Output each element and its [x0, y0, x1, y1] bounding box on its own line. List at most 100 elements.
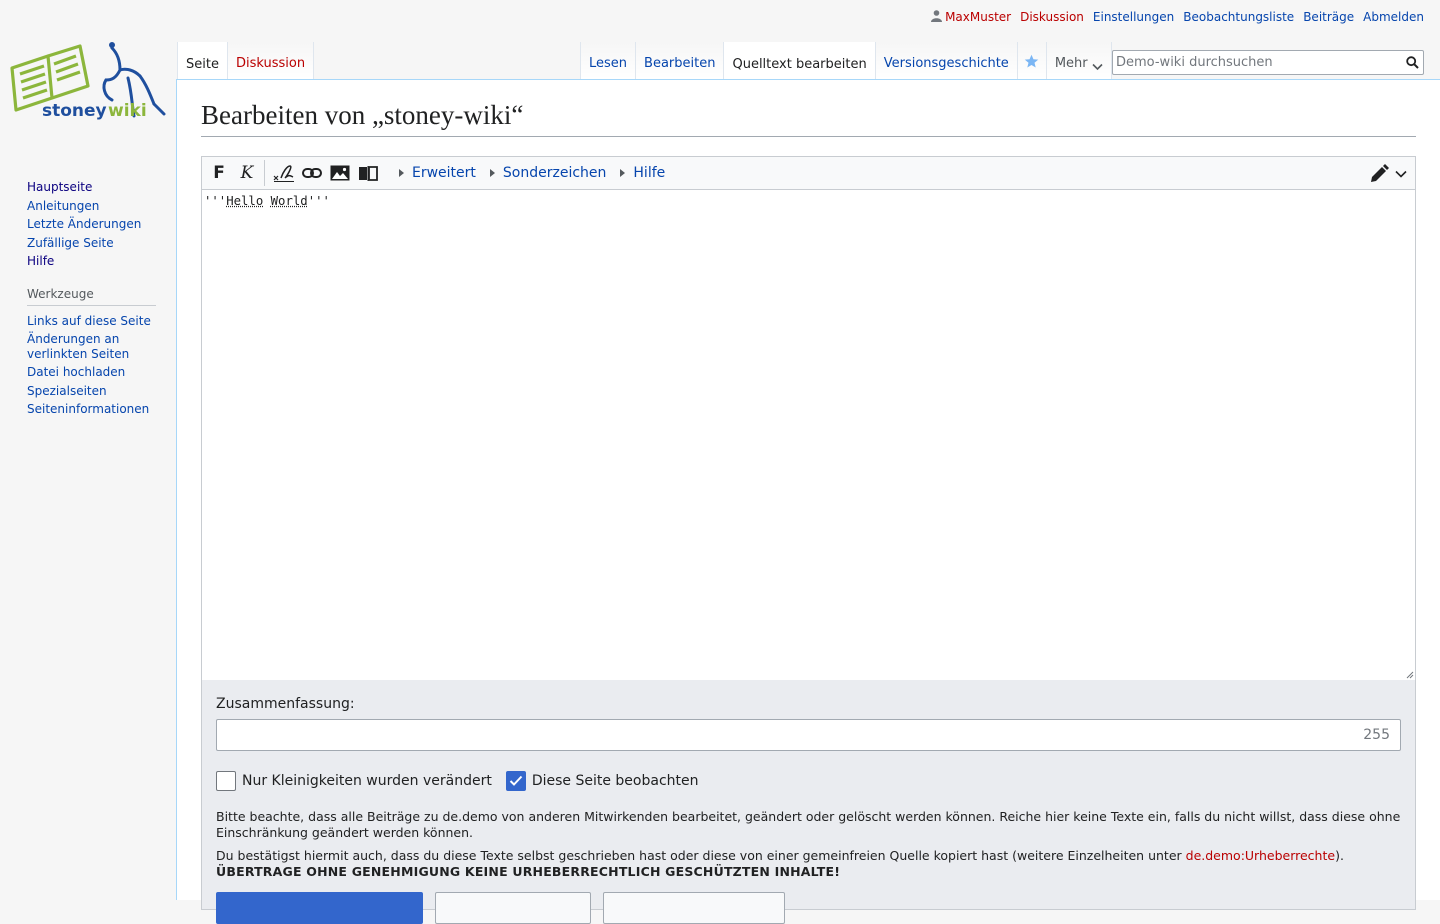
summary-input[interactable] [217, 721, 1364, 749]
toolbar-tab-special-chars[interactable]: Sonderzeichen [489, 165, 606, 181]
nav-item-recent-changes[interactable]: Letzte Änderungen [27, 217, 176, 231]
save-button[interactable] [216, 892, 423, 924]
toolbar-tab-label: Erweitert [412, 165, 476, 181]
logo-text-stoney: stoney [42, 101, 107, 121]
toolbar-separator [264, 160, 265, 186]
summary-char-count: 255 [1363, 727, 1390, 743]
tools-item-special-pages[interactable]: Spezialseiten [27, 384, 176, 398]
chevron-down-icon [1395, 170, 1407, 178]
nav-item-main-page[interactable]: Hauptseite [27, 180, 176, 194]
nav-item-label[interactable]: Zufällige Seite [27, 236, 114, 250]
nav-item-help[interactable]: Hilfe [27, 254, 176, 268]
tools-item-label[interactable]: Links auf diese Seite [27, 314, 151, 328]
stoneywiki-logo: stoney wiki [10, 42, 166, 121]
minor-edit-checkbox[interactable] [216, 771, 236, 791]
search-input[interactable] [1113, 51, 1401, 74]
italic-icon: K [240, 163, 254, 183]
nav-item-label[interactable]: Hauptseite [27, 180, 92, 194]
text-word: Hello [226, 194, 264, 208]
edit-options: Zusammenfassung: 255 Nur Kleinigkeiten w… [201, 680, 1416, 924]
edit-buttons [216, 892, 785, 924]
preview-button[interactable] [435, 892, 591, 924]
copyright-text-end: ). [1335, 847, 1344, 863]
navigation-portal: Hauptseite Anleitungen Letzte Änderungen… [27, 180, 176, 269]
tools-item-label[interactable]: Seiteninformationen [27, 402, 149, 416]
user-page-link[interactable]: MaxMuster [931, 10, 1011, 24]
logout-link[interactable]: Abmelden [1363, 10, 1424, 24]
bold-markup-open: ''' [204, 194, 227, 208]
toolbar-tab-label: Hilfe [633, 165, 666, 181]
tab-read[interactable]: Lesen [580, 42, 637, 80]
star-icon [1025, 54, 1039, 68]
watch-page-checkbox[interactable] [505, 771, 526, 791]
tab-edit-source[interactable]: Quelltext bearbeiten [724, 42, 876, 80]
sidebar: Hauptseite Anleitungen Letzte Änderungen… [0, 180, 176, 421]
more-menu[interactable]: Mehr [1046, 42, 1112, 80]
search-button[interactable] [1401, 52, 1423, 74]
tools-item-whatlinkshere[interactable]: Links auf diese Seite [27, 314, 176, 328]
watch-page-label[interactable]: Diese Seite beobachten [532, 773, 699, 789]
nav-item-guides[interactable]: Anleitungen [27, 199, 176, 213]
tab-discussion[interactable]: Diskussion [227, 42, 315, 80]
copyright-text: Du bestätigst hiermit auch, dass du dies… [216, 847, 1186, 863]
reference-button[interactable] [355, 160, 381, 186]
tools-item-label[interactable]: Änderungen an verlinkten Seiten [27, 332, 129, 360]
tools-item-related-changes[interactable]: Änderungen an verlinkten Seiten [27, 332, 147, 361]
username-label: MaxMuster [945, 10, 1012, 24]
namespace-tabs: Seite Diskussion [177, 42, 315, 80]
nav-item-random-page[interactable]: Zufällige Seite [27, 236, 176, 250]
summary-label: Zusammenfassung: [216, 696, 355, 712]
book-icon [359, 166, 378, 181]
signature-button[interactable] [271, 160, 297, 186]
tools-item-page-info[interactable]: Seiteninformationen [27, 402, 176, 416]
tools-item-label[interactable]: Spezialseiten [27, 384, 107, 398]
user-talk-link[interactable]: Diskussion [1020, 10, 1084, 24]
contributions-link[interactable]: Beiträge [1303, 10, 1354, 24]
show-changes-button[interactable] [603, 892, 785, 924]
bold-markup-close: ''' [307, 194, 330, 208]
image-button[interactable] [327, 160, 353, 186]
triangle-right-icon [620, 169, 626, 177]
editor-mode-switch[interactable] [1369, 161, 1407, 187]
toolbar-tab-help[interactable]: Hilfe [620, 165, 665, 181]
user-icon [931, 10, 943, 22]
copyright-warning: ÜBERTRAGE OHNE GENEHMIGUNG KEINE URHEBER… [216, 863, 841, 879]
wikitext-textarea[interactable]: '''Hello World''' [202, 190, 1415, 680]
link-button[interactable] [299, 160, 325, 186]
tools-item-upload[interactable]: Datei hochladen [27, 365, 176, 379]
personal-tools: MaxMuster Diskussion Einstellungen Beoba… [931, 10, 1424, 24]
summary-field: 255 [216, 719, 1401, 751]
bold-icon: F [213, 163, 225, 183]
copyright-link[interactable]: de.demo:Urheberrechte [1186, 848, 1335, 863]
minor-edit-label[interactable]: Nur Kleinigkeiten wurden verändert [242, 773, 492, 789]
tools-heading: Werkzeuge [27, 287, 156, 306]
signature-icon [273, 165, 294, 182]
watch-star-button[interactable] [1017, 42, 1047, 80]
nav-item-label[interactable]: Anleitungen [27, 199, 99, 213]
search-box [1112, 50, 1424, 75]
nav-item-label[interactable]: Hilfe [27, 254, 54, 268]
more-menu-label: Mehr [1054, 56, 1088, 71]
site-logo[interactable]: stoney wiki [8, 40, 168, 124]
chevron-down-icon [1092, 63, 1103, 71]
logo-text-wiki: wiki [108, 101, 147, 121]
watchlist-link[interactable]: Beobachtungsliste [1183, 10, 1294, 24]
checkmark-icon [509, 775, 523, 786]
pencil-icon [1371, 164, 1389, 182]
tab-history[interactable]: Versionsgeschichte [875, 42, 1018, 80]
tools-item-label[interactable]: Datei hochladen [27, 365, 125, 379]
copyright-notice: Du bestätigst hiermit auch, dass du dies… [216, 848, 1404, 881]
preferences-link[interactable]: Einstellungen [1093, 10, 1174, 24]
content-area: Bearbeiten von „stoney-wiki“ F K Erweite… [176, 79, 1440, 924]
resize-grip-icon[interactable] [1405, 670, 1414, 679]
image-icon [330, 165, 350, 181]
tab-page[interactable]: Seite [177, 42, 228, 80]
tools-portal: Links auf diese Seite Änderungen an verl… [27, 314, 176, 417]
bold-button[interactable]: F [206, 160, 232, 186]
italic-button[interactable]: K [234, 160, 260, 186]
tab-edit[interactable]: Bearbeiten [636, 42, 725, 80]
page-title: Bearbeiten von „stoney-wiki“ [201, 98, 1416, 138]
license-notice: Bitte beachte, dass alle Beiträge zu de.… [216, 809, 1401, 841]
toolbar-tab-advanced[interactable]: Erweitert [399, 165, 476, 181]
nav-item-label[interactable]: Letzte Änderungen [27, 217, 141, 231]
